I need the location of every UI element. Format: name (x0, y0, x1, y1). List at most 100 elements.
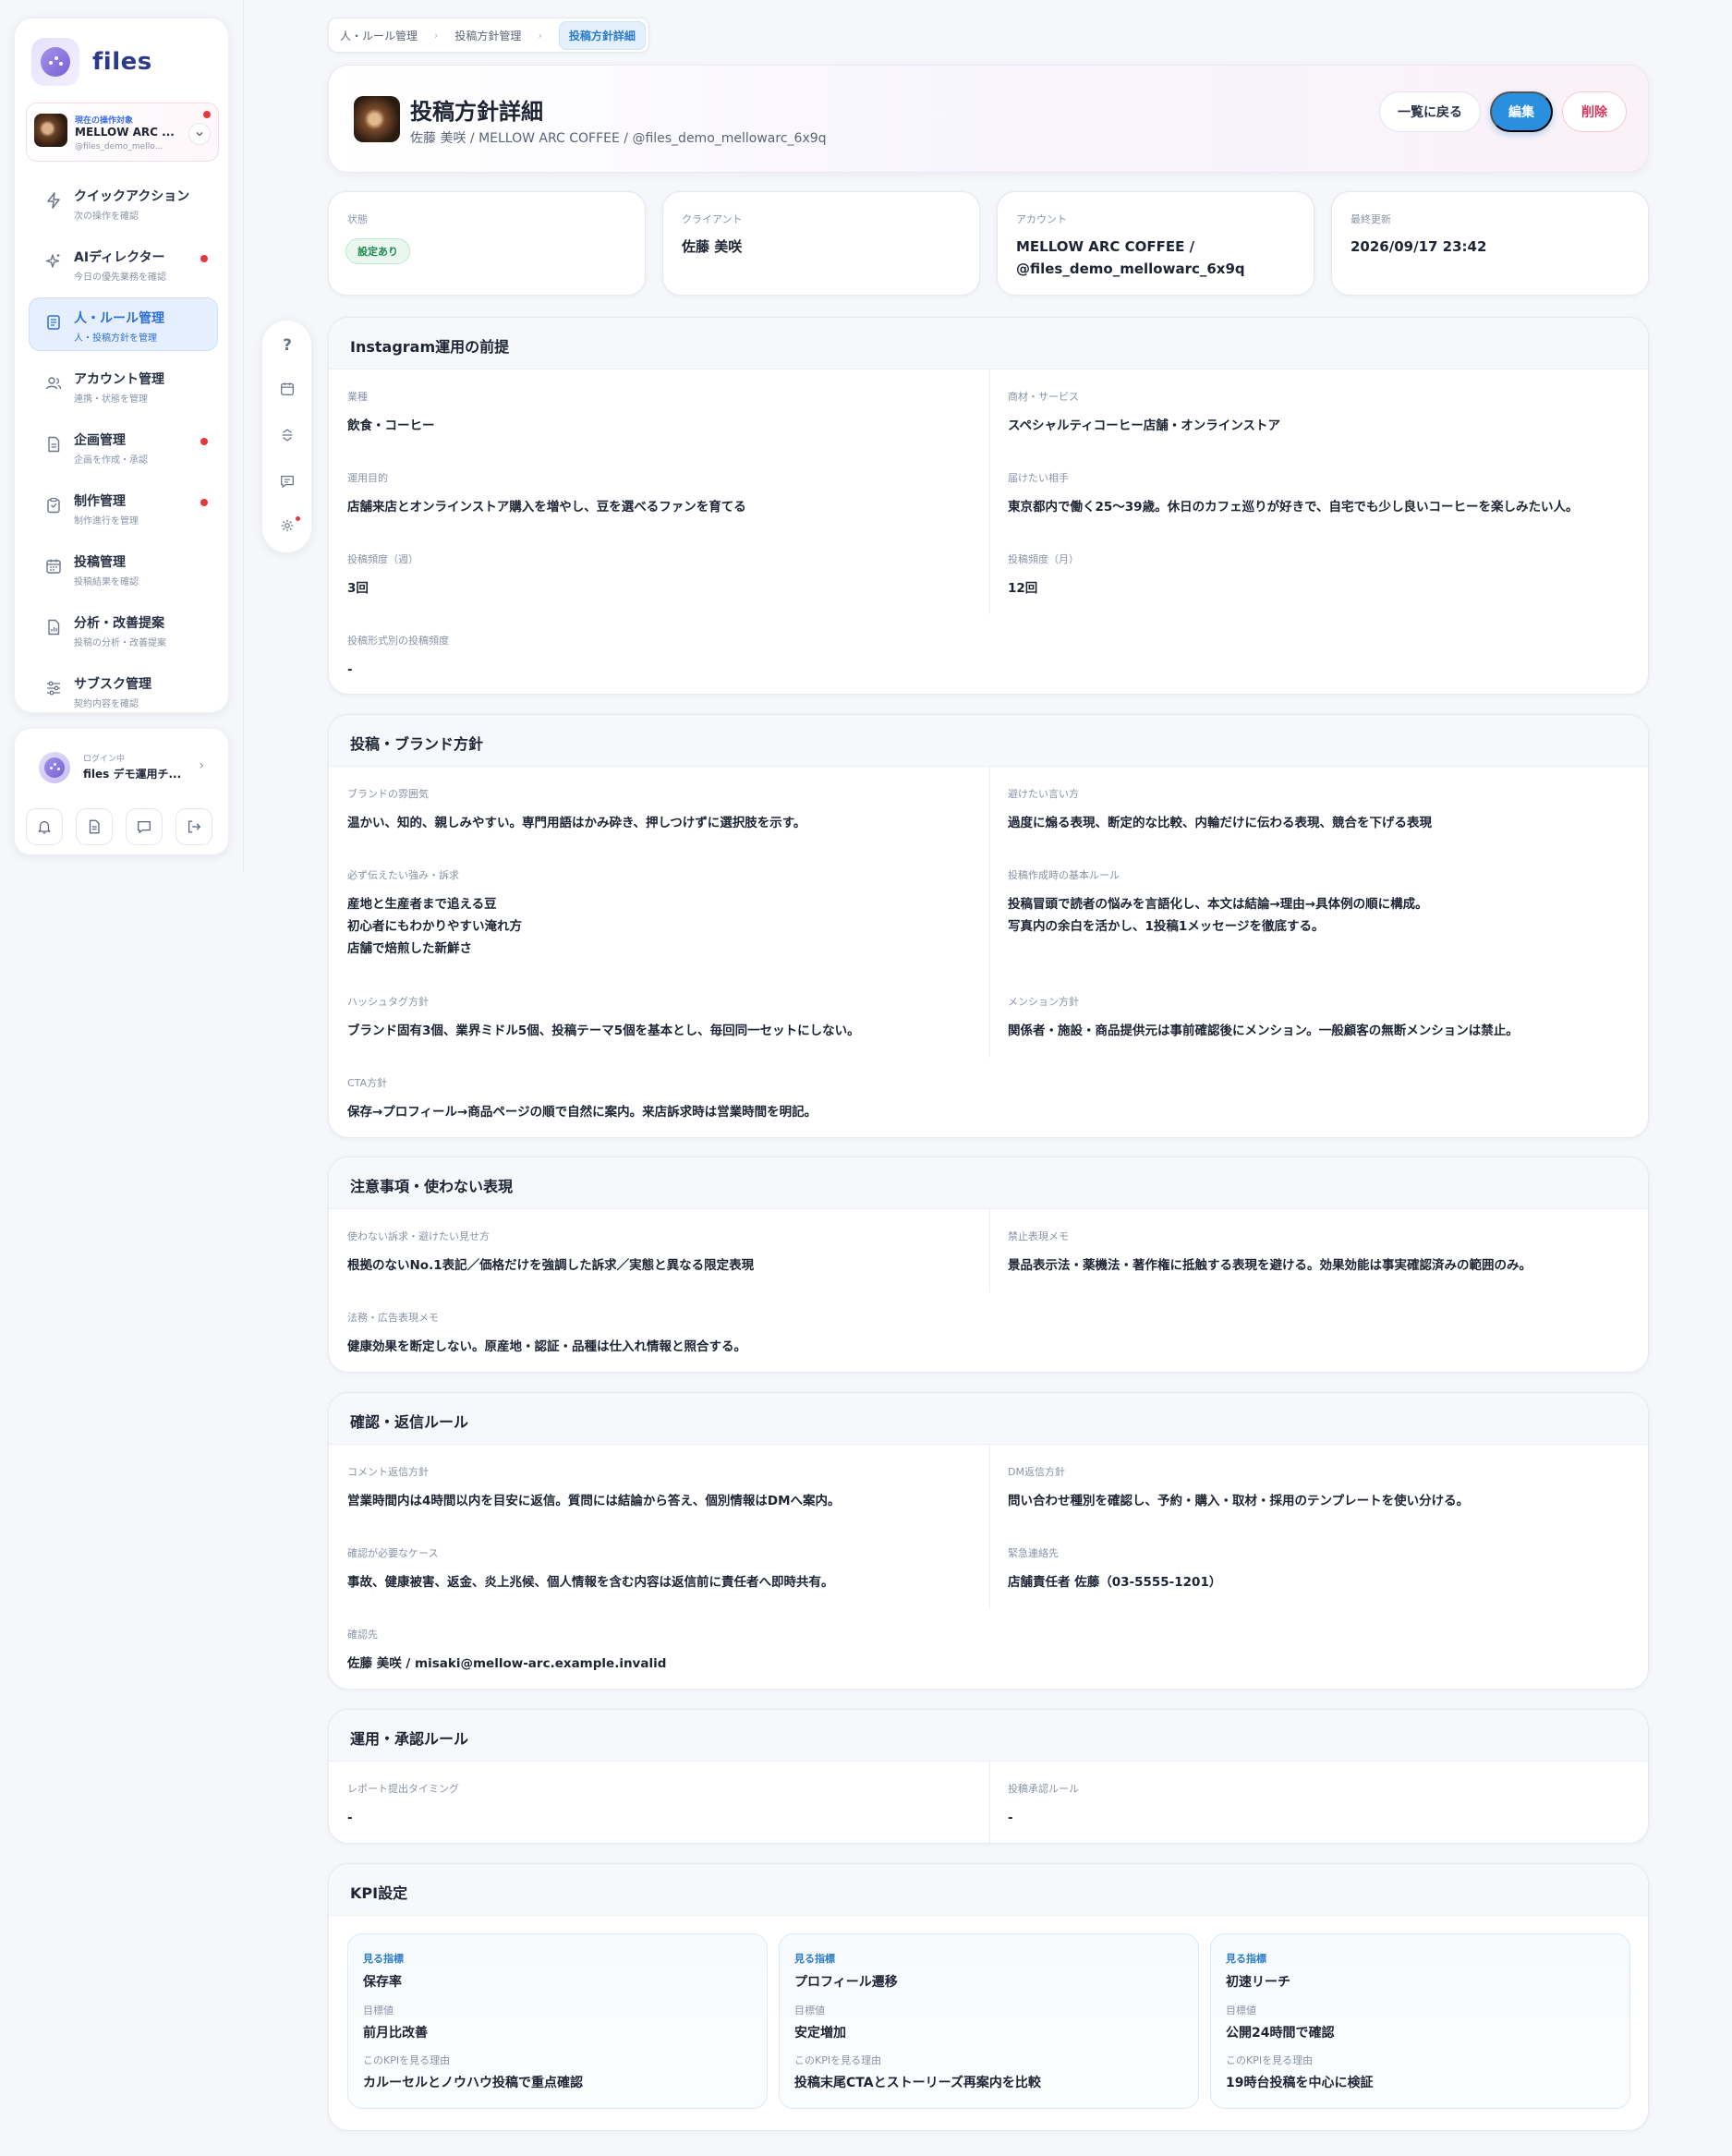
user-name[interactable]: files デモ運用チ... (83, 766, 181, 781)
field-value: 関係者・施設・商品提供元は事前確認後にメンション。一般顧客の無断メンションは禁止… (1008, 1023, 1519, 1038)
logout-button[interactable] (176, 808, 212, 845)
sidebar-item-quick-actions[interactable]: クイックアクション 次の操作を確認 (29, 176, 218, 229)
bell-icon (38, 820, 51, 834)
calendar-icon (46, 559, 61, 574)
chevron-down-icon[interactable] (188, 123, 211, 145)
field-label: 運用目的 (347, 472, 388, 484)
status-badge: 設定あり (345, 238, 410, 264)
field-label: 業種 (347, 391, 368, 403)
account-selector-name: MELLOW ARC ... (75, 126, 175, 139)
sidebar-item-label: 投稿管理 (74, 555, 126, 570)
chevron-right-icon[interactable]: › (199, 758, 204, 773)
user-avatar[interactable] (39, 752, 70, 783)
field-value: 飲食・コーヒー (347, 418, 435, 433)
sidebar-item-account-management[interactable]: アカウント管理 連携・状態を管理 (29, 358, 218, 412)
field-value: 営業時間内は4時間以内を目安に返信。質問には結論から答え、個別情報はDMへ案内。 (347, 1494, 841, 1508)
sidebar-item-label: 分析・改善提案 (74, 616, 164, 631)
sidebar-item-production[interactable]: 制作管理 制作進行を管理 (29, 480, 218, 534)
field-value: 12回 (1008, 581, 1038, 596)
industry-field: 業種 飲食・コーヒー (347, 389, 435, 437)
sidebar-item-sublabel: 投稿の分析・改善提案 (74, 638, 166, 648)
kpi-target-label: 目標値 (1226, 2005, 1256, 2017)
sidebar-item-ai-director[interactable]: AIディレクター 今日の優先業務を確認 (29, 236, 218, 290)
sidebar-item-people-rules[interactable]: 人・ルール管理 人・投稿方針を管理 (29, 297, 218, 351)
breadcrumb-current: 投稿方針詳細 (558, 20, 646, 50)
avoid-phrasing-field: 避けたい言い方過度に煽る表現、断定的な比較、内輪だけに伝わる表現、競合を下げる表… (1008, 786, 1432, 834)
field-label: 投稿頻度（月） (1008, 553, 1079, 565)
account-selector[interactable]: 現在の操作対象 MELLOW ARC ... @files_demo_mello… (26, 103, 219, 162)
sidebar-item-posts[interactable]: 投稿管理 投稿結果を確認 (29, 541, 218, 595)
account-selector-handle: @files_demo_mello... (75, 142, 164, 151)
breadcrumb-item[interactable]: 投稿方針管理 (454, 28, 521, 43)
breadcrumb: 人・ルール管理 › 投稿方針管理 › 投稿方針詳細 (328, 18, 649, 53)
kpi-reason-value: 19時台投稿を中心に検証 (1226, 2076, 1374, 2090)
comment-icon[interactable] (278, 472, 297, 491)
field-label: 法務・広告表現メモ (347, 1312, 439, 1324)
messages-button[interactable] (126, 808, 163, 845)
kpi-metric-label: 見る指標 (1226, 1953, 1266, 1965)
sparkle-icon (45, 254, 60, 268)
hashtag-field: ハッシュタグ方針 ブランド固有3個、業界ミドル5個、投稿テーマ5個を基本とし、毎回… (347, 994, 860, 1042)
kpi-target-value: 前月比改善 (363, 2026, 428, 2041)
book-icon (47, 315, 60, 330)
purpose-field: 運用目的 店舗来店とオンラインストア購入を増やし、豆を選べるファンを育てる (347, 470, 746, 518)
field-value: 事故、健康被害、返金、炎上兆候、個人情報を含む内容は返信前に責任者へ即時共有。 (347, 1575, 834, 1590)
edit-button[interactable]: 編集 (1490, 91, 1553, 132)
field-label: 投稿作成時の基本ルール (1008, 869, 1120, 881)
kpi-reason-value: カルーセルとノウハウ投稿で重点確認 (363, 2076, 583, 2090)
alert-dot (296, 516, 300, 521)
field-label: 必ず伝えたい強み・訴求 (347, 869, 459, 881)
sliders-icon (47, 681, 60, 696)
column-divider (989, 1209, 990, 1292)
sidebar-divider (243, 0, 244, 873)
sidebar-item-subscription[interactable]: サブスク管理 契約内容を確認 (29, 663, 218, 717)
back-to-list-button[interactable]: 一覧に戻る (1379, 91, 1481, 132)
sidebar-item-sublabel: 次の操作を確認 (74, 212, 139, 222)
sidebar-item-sublabel: 契約内容を確認 (74, 699, 139, 709)
notifications-button[interactable] (26, 808, 63, 845)
sidebar-item-analysis[interactable]: 分析・改善提案 投稿の分析・改善提案 (29, 602, 218, 656)
escalation-cases-field: 確認が必要なケース事故、健康被害、返金、炎上兆候、個人情報を含む内容は返信前に責… (347, 1545, 834, 1593)
field-value: 過度に煽る表現、断定的な比較、内輪だけに伝わる表現、競合を下げる表現 (1008, 816, 1432, 830)
field-label: 商材・サービス (1008, 391, 1079, 403)
kpi-card: 見る指標 保存率 目標値 前月比改善 このKPIを見る理由 カルーセルとノウハウ… (347, 1933, 768, 2109)
field-value: 3回 (347, 581, 369, 596)
alert-dot (200, 255, 208, 262)
kpi-metric-value: 保存率 (363, 1975, 402, 1990)
field-label: 避けたい言い方 (1008, 788, 1079, 800)
field-label: メンション方針 (1008, 996, 1079, 1008)
delete-button[interactable]: 削除 (1562, 91, 1627, 132)
account-value: MELLOW ARC COFFEE / @files_demo_mellowar… (1016, 236, 1245, 280)
account-value-name: MELLOW ARC COFFEE / (1016, 238, 1195, 255)
settings-alert-icon[interactable] (278, 516, 297, 535)
tool-rail: ? (261, 320, 312, 553)
account-label: アカウント (1016, 213, 1067, 225)
field-label: 確認が必要なケース (347, 1547, 439, 1559)
dm-reply-field: DM返信方針 問い合わせ種別を確認し、予約・購入・取材・採用のテンプレートを使い分… (1008, 1464, 1469, 1512)
mention-field: メンション方針関係者・施設・商品提供元は事前確認後にメンション。一般顧客の無断メ… (1008, 994, 1519, 1042)
calendar-icon[interactable] (278, 380, 297, 398)
kpi-reason-label: このKPIを見る理由 (1226, 2054, 1314, 2066)
sidebar-item-label: 制作管理 (74, 494, 126, 509)
help-icon[interactable]: ? (278, 336, 297, 355)
chat-icon (138, 820, 151, 833)
alert-dot (200, 438, 208, 445)
account-avatar (34, 114, 67, 147)
documents-button[interactable] (76, 808, 113, 845)
users-icon (45, 377, 62, 390)
client-value: 佐藤 美咲 (682, 238, 743, 255)
logout-icon (188, 820, 201, 833)
breadcrumb-item[interactable]: 人・ルール管理 (340, 28, 418, 43)
app-logo[interactable]: files (31, 38, 152, 86)
kpi-card: 見る指標 初速リーチ 目標値 公開24時間で確認 このKPIを見る理由 19時台… (1210, 1933, 1630, 2109)
logo-mark-icon (31, 38, 79, 86)
sidebar-item-planning[interactable]: 企画管理 企画を作成・承認 (29, 419, 218, 473)
status-card: 状態 設定あり (328, 191, 646, 296)
page-header: 投稿方針詳細 佐藤 美咲 / MELLOW ARC COFFEE / @file… (328, 65, 1649, 173)
kpi-target-value: 公開24時間で確認 (1226, 2026, 1335, 2041)
collapse-icon[interactable] (278, 426, 297, 444)
sidebar-nav: クイックアクション 次の操作を確認 AIディレクター 今日の優先業務を確認 人・… (29, 176, 218, 724)
field-label: 確認先 (347, 1629, 378, 1641)
kpi-reason-value: 投稿末尾CTAとストーリーズ再案内を比較 (794, 2076, 1041, 2090)
column-divider (989, 767, 990, 1058)
